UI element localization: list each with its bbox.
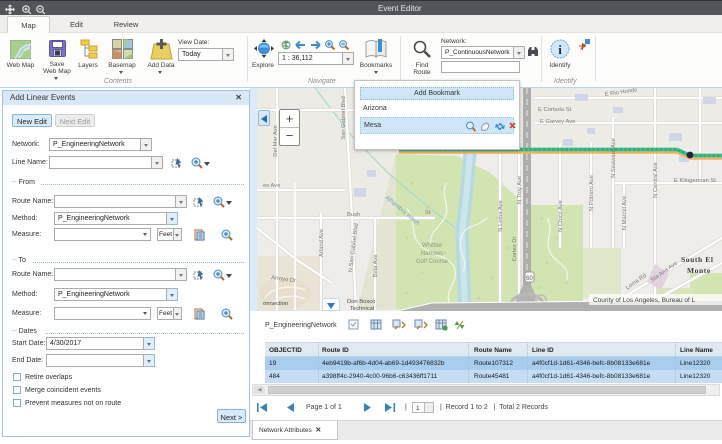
svg-text:County of Los Angeles, Bureau: County of Los Angeles, Bureau of L [593, 297, 696, 304]
svg-text:St: St [425, 210, 431, 216]
svg-text:Cortez Dr: Cortez Dr [512, 237, 518, 262]
svg-text:N Central Ave: N Central Ave [653, 162, 659, 198]
svg-text:Beta Ave: Beta Ave [373, 254, 379, 277]
svg-text:N Chico Ave: N Chico Ave [558, 200, 564, 232]
svg-text:Monte: Monte [687, 266, 711, 275]
svg-text:i: i [558, 42, 562, 57]
svg-text:N Lema Ave: N Lema Ave [498, 200, 504, 231]
svg-text:South El: South El [681, 255, 714, 264]
svg-text:E Garvey Ave: E Garvey Ave [540, 119, 575, 125]
svg-text:San Gabriel Blvd: San Gabriel Blvd [341, 96, 347, 140]
svg-text:Bush: Bush [347, 212, 360, 218]
svg-text:N Marcel Ave: N Marcel Ave [622, 196, 628, 230]
svg-text:N Troy Ave: N Troy Ave [517, 176, 523, 204]
svg-text:E Cortada St: E Cortada St [538, 107, 572, 113]
svg-text:Narrows: Narrows [421, 251, 443, 257]
svg-text:Don Bosco: Don Bosco [347, 299, 375, 305]
svg-text:Golf Course: Golf Course [416, 259, 449, 265]
svg-text:N Seaward Ave: N Seaward Ave [611, 138, 617, 178]
svg-text:Arland Ave: Arland Ave [319, 229, 325, 257]
svg-text:Whittier: Whittier [422, 243, 442, 249]
svg-text:es Ave: es Ave [263, 183, 280, 189]
svg-text:N Potrero Ave: N Potrero Ave [589, 175, 595, 211]
svg-text:onnection: onnection [263, 301, 288, 307]
svg-text:60: 60 [526, 276, 533, 282]
svg-text:E Klingerman St: E Klingerman St [674, 178, 716, 184]
